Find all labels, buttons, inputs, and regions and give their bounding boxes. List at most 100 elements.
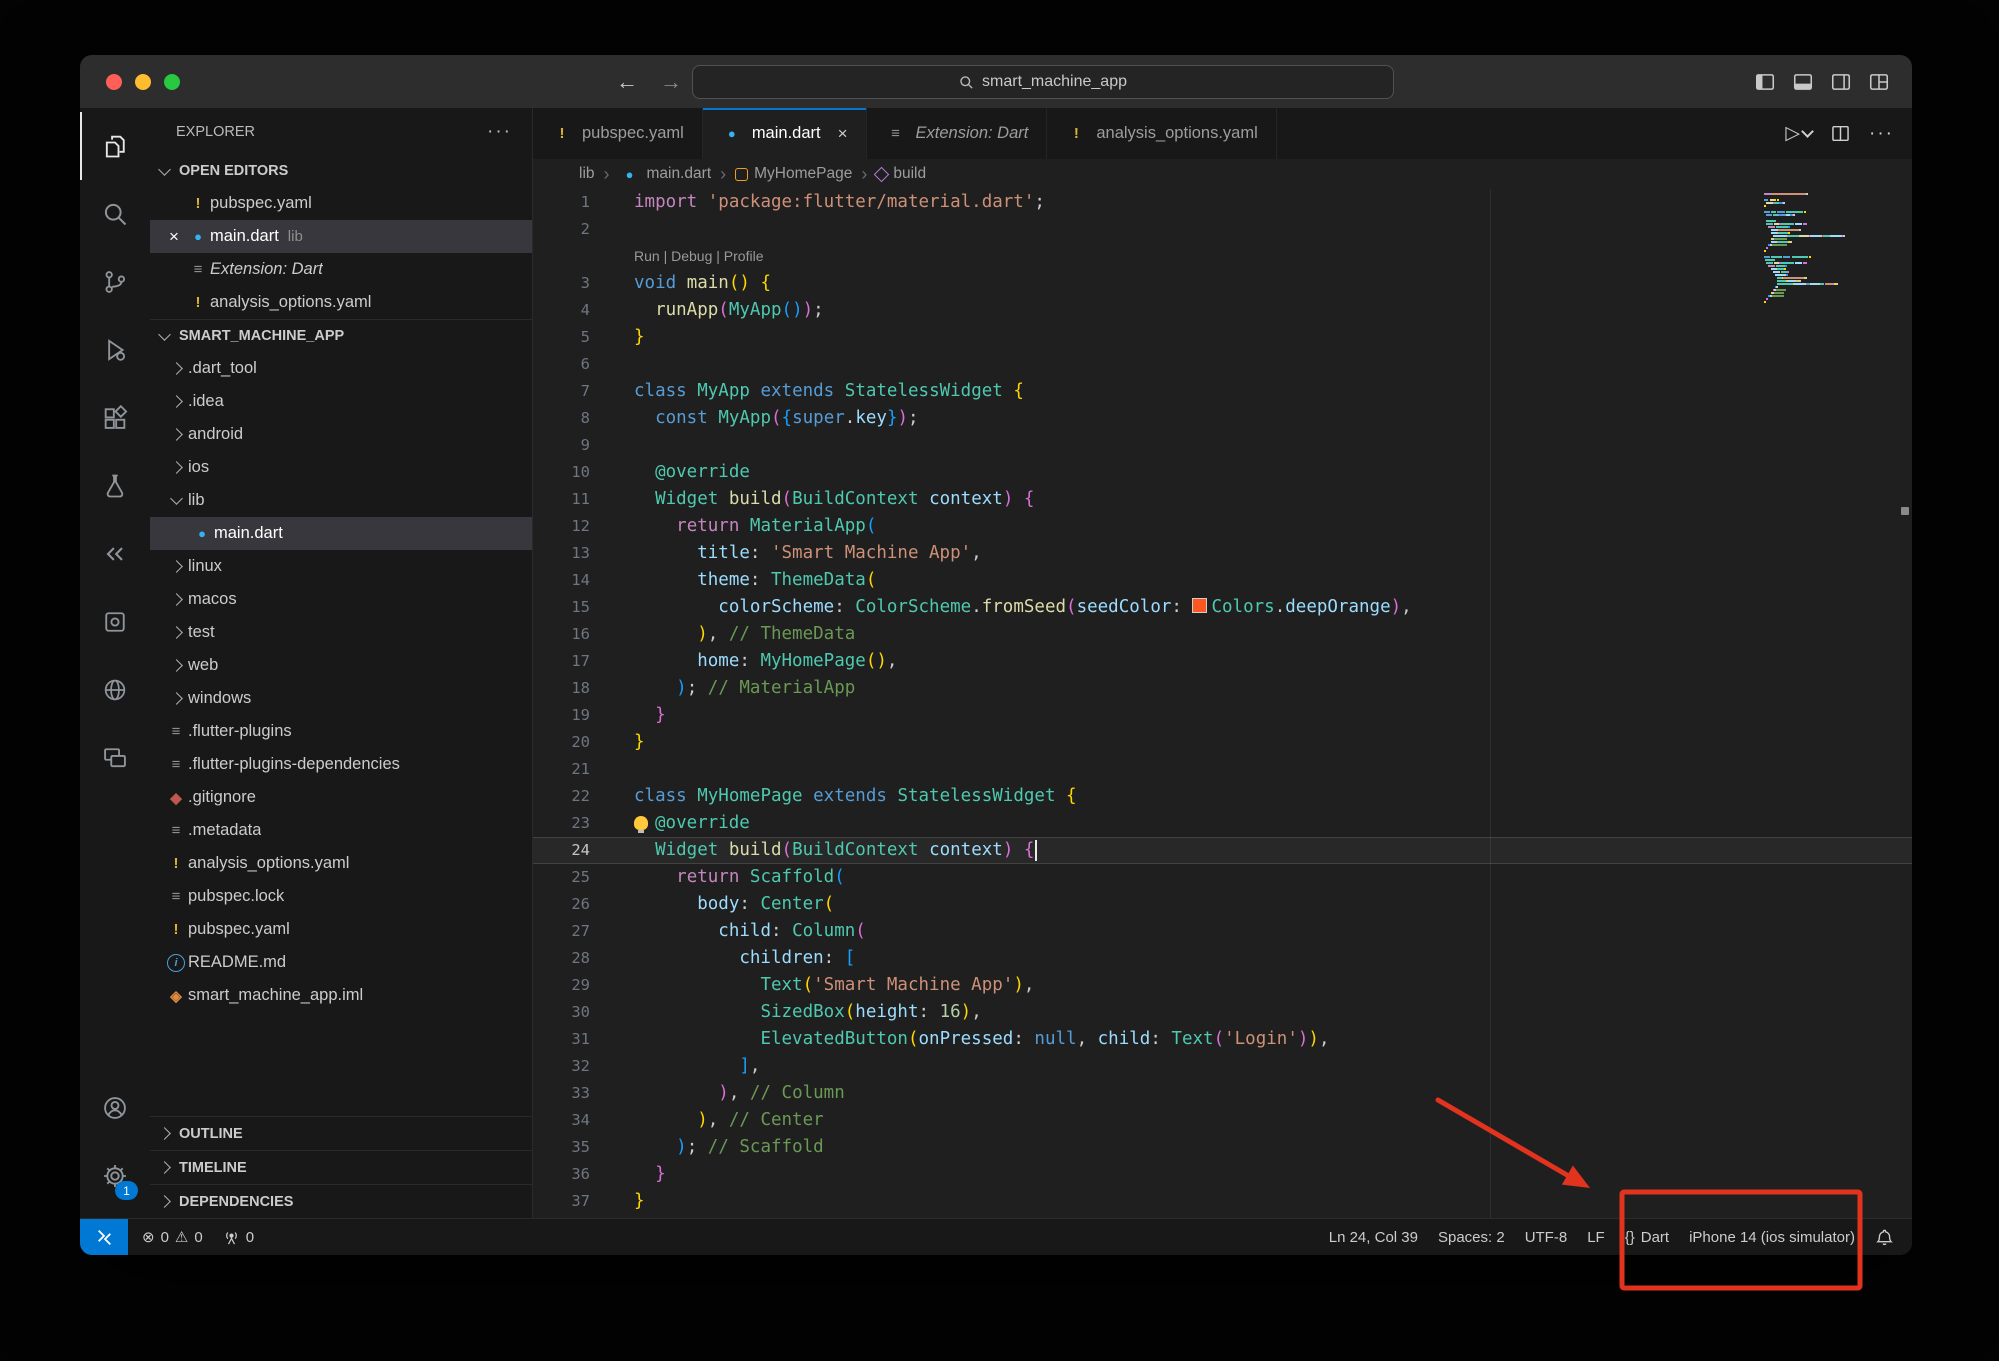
line-number[interactable]: 7 xyxy=(533,378,590,405)
folder-tree-item[interactable]: macos xyxy=(150,583,532,616)
file-tree-item[interactable]: ≡.flutter-plugins-dependencies xyxy=(150,748,532,781)
code-line[interactable]: 35 ); // Scaffold xyxy=(533,1134,1912,1161)
open-editor-item[interactable]: !pubspec.yaml xyxy=(150,187,532,220)
code-line[interactable]: 15 colorScheme: ColorScheme.fromSeed(see… xyxy=(533,594,1912,621)
file-tree-item[interactable]: ●main.dart xyxy=(150,517,532,550)
code-line[interactable]: 19 } xyxy=(533,702,1912,729)
folder-tree-item[interactable]: lib xyxy=(150,484,532,517)
line-number[interactable]: 29 xyxy=(533,972,590,999)
notifications-bell-icon[interactable] xyxy=(1875,1228,1894,1247)
code-line[interactable]: 37} xyxy=(533,1188,1912,1215)
line-number[interactable]: 27 xyxy=(533,918,590,945)
file-tree-item[interactable]: ≡.metadata xyxy=(150,814,532,847)
file-tree-item[interactable]: ◆.gitignore xyxy=(150,781,532,814)
forward-icon[interactable]: → xyxy=(660,69,682,95)
device-selector[interactable]: iPhone 14 (ios simulator) xyxy=(1689,1229,1855,1246)
browser-preview-icon[interactable] xyxy=(80,656,150,724)
line-number[interactable]: 31 xyxy=(533,1026,590,1053)
code-line[interactable]: 11 Widget build(BuildContext context) { xyxy=(533,486,1912,513)
line-number[interactable]: 34 xyxy=(533,1107,590,1134)
code-editor[interactable]: 1import 'package:flutter/material.dart';… xyxy=(533,189,1912,1218)
line-number[interactable]: 15 xyxy=(533,594,590,621)
line-number[interactable]: 6 xyxy=(533,351,590,378)
sidebar-section-outline[interactable]: OUTLINE xyxy=(150,1116,532,1150)
line-number[interactable]: 5 xyxy=(533,324,590,351)
line-number[interactable]: 10 xyxy=(533,459,590,486)
folder-tree-item[interactable]: linux xyxy=(150,550,532,583)
remote-indicator[interactable] xyxy=(80,1219,128,1255)
line-number[interactable]: 28 xyxy=(533,945,590,972)
minimap[interactable] xyxy=(1764,193,1856,307)
line-number[interactable]: 32 xyxy=(533,1053,590,1080)
line-number[interactable]: 16 xyxy=(533,621,590,648)
line-number[interactable]: 38 xyxy=(533,1215,590,1218)
folder-tree-item[interactable]: .dart_tool xyxy=(150,352,532,385)
explorer-more-actions-icon[interactable]: ··· xyxy=(487,121,512,143)
references-icon[interactable] xyxy=(80,520,150,588)
breadcrumb-item[interactable]: MyHomePage xyxy=(735,165,852,183)
code-line[interactable]: 3void main() { xyxy=(533,270,1912,297)
eol[interactable]: LF xyxy=(1587,1229,1605,1246)
open-editors-section-header[interactable]: OPEN EDITORS xyxy=(150,155,532,187)
code-line[interactable]: 14 theme: ThemeData( xyxy=(533,567,1912,594)
toggle-secondary-sidebar-icon[interactable] xyxy=(1830,71,1852,93)
line-number[interactable]: 18 xyxy=(533,675,590,702)
code-line[interactable]: 24 Widget build(BuildContext context) { xyxy=(533,837,1912,864)
search-view-icon[interactable] xyxy=(80,180,150,248)
folder-tree-item[interactable]: ios xyxy=(150,451,532,484)
code-line[interactable]: 9 xyxy=(533,432,1912,459)
extensions-icon[interactable] xyxy=(80,384,150,452)
remote-explorer-icon[interactable] xyxy=(80,724,150,792)
code-line[interactable]: 2 xyxy=(533,216,1912,243)
open-editor-item[interactable]: ×●main.dartlib xyxy=(150,220,532,253)
code-line[interactable]: 28 children: [ xyxy=(533,945,1912,972)
minimize-window-button[interactable] xyxy=(135,74,151,90)
file-tree-item[interactable]: !analysis_options.yaml xyxy=(150,847,532,880)
command-center-search[interactable]: smart_machine_app xyxy=(692,65,1394,99)
settings-gear-icon[interactable]: 1 xyxy=(80,1142,150,1210)
line-number[interactable]: 21 xyxy=(533,756,590,783)
code-line[interactable]: 38 xyxy=(533,1215,1912,1218)
accounts-icon[interactable] xyxy=(80,1074,150,1142)
file-tree-item[interactable]: !pubspec.yaml xyxy=(150,913,532,946)
line-number[interactable]: 14 xyxy=(533,567,590,594)
close-icon[interactable]: × xyxy=(169,227,179,247)
line-number[interactable]: 11 xyxy=(533,486,590,513)
line-number[interactable]: 3 xyxy=(533,270,590,297)
breadcrumb-item[interactable]: lib xyxy=(579,165,595,183)
source-control-icon[interactable] xyxy=(80,248,150,316)
code-line[interactable]: 6 xyxy=(533,351,1912,378)
ports-indicator[interactable]: 0 xyxy=(223,1229,254,1246)
tab[interactable]: ●main.dart× xyxy=(703,108,867,159)
split-editor-icon[interactable] xyxy=(1830,123,1851,144)
language-mode[interactable]: {}Dart xyxy=(1625,1229,1669,1246)
code-line[interactable]: 34 ), // Center xyxy=(533,1107,1912,1134)
code-line[interactable]: 23@override xyxy=(533,810,1912,837)
encoding[interactable]: UTF-8 xyxy=(1525,1229,1568,1246)
line-number[interactable]: 33 xyxy=(533,1080,590,1107)
customize-layout-icon[interactable] xyxy=(1868,71,1890,93)
close-window-button[interactable] xyxy=(106,74,122,90)
code-line[interactable]: 8 const MyApp({super.key}); xyxy=(533,405,1912,432)
line-number[interactable]: 36 xyxy=(533,1161,590,1188)
code-line[interactable]: 5} xyxy=(533,324,1912,351)
code-line[interactable]: 29 Text('Smart Machine App'), xyxy=(533,972,1912,999)
toggle-primary-sidebar-icon[interactable] xyxy=(1754,71,1776,93)
run-or-debug-button[interactable]: ▷ xyxy=(1785,122,1812,145)
tab[interactable]: ≡Extension: Dart xyxy=(867,108,1048,159)
line-number[interactable]: 19 xyxy=(533,702,590,729)
breadcrumb-item[interactable]: ●main.dart xyxy=(619,165,712,183)
code-line[interactable]: 22class MyHomePage extends StatelessWidg… xyxy=(533,783,1912,810)
line-number[interactable]: 22 xyxy=(533,783,590,810)
codelens-link[interactable]: Debug xyxy=(671,248,712,264)
line-number[interactable]: 4 xyxy=(533,297,590,324)
back-icon[interactable]: ← xyxy=(616,69,638,95)
run-and-debug-icon[interactable] xyxy=(80,316,150,384)
line-number[interactable]: 12 xyxy=(533,513,590,540)
code-line[interactable]: 36 } xyxy=(533,1161,1912,1188)
code-line[interactable]: 4 runApp(MyApp()); xyxy=(533,297,1912,324)
code-line[interactable]: 33 ), // Column xyxy=(533,1080,1912,1107)
folder-tree-item[interactable]: android xyxy=(150,418,532,451)
code-line[interactable]: 30 SizedBox(height: 16), xyxy=(533,999,1912,1026)
code-line[interactable]: 20} xyxy=(533,729,1912,756)
